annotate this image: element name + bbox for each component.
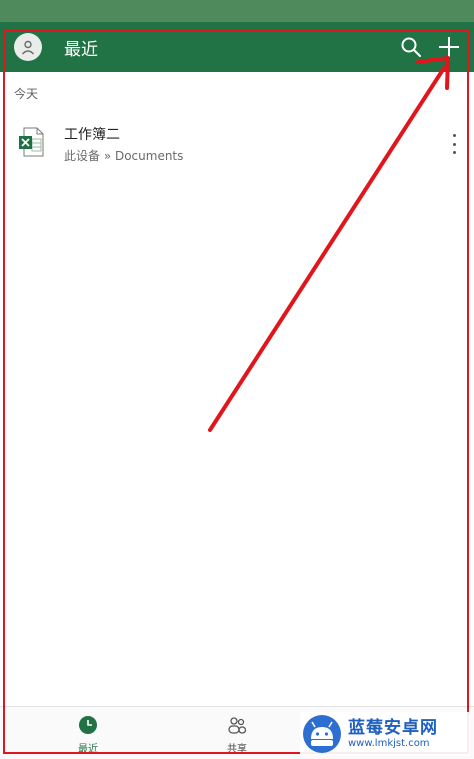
excel-file-icon (18, 127, 44, 157)
more-vertical-icon (452, 134, 456, 137)
file-path: 此设备 » Documents (64, 149, 184, 163)
people-icon (228, 717, 247, 734)
status-bar (0, 0, 474, 22)
watermark-title: 蓝莓安卓网 (348, 718, 438, 738)
user-avatar-icon (21, 40, 35, 55)
app-header: 最近 (0, 22, 474, 72)
add-button[interactable] (434, 32, 464, 62)
clock-icon (79, 716, 97, 734)
search-button[interactable] (398, 34, 424, 60)
annotation-arrow (208, 56, 450, 432)
page-title: 最近 (64, 40, 98, 60)
nav-tab-shared[interactable]: 共享 (207, 711, 267, 757)
nav-tab-recent[interactable]: 最近 (58, 711, 118, 757)
nav-tab-recent-label: 最近 (78, 744, 98, 755)
more-options-button[interactable] (446, 132, 462, 156)
watermark-url: www.lmkjst.com (348, 738, 430, 749)
section-label-today: 今天 (14, 87, 39, 101)
file-name: 工作簿二 (64, 127, 120, 143)
file-list-item[interactable]: 工作簿二 此设备 » Documents (0, 116, 474, 174)
user-avatar[interactable] (14, 33, 42, 61)
watermark: 蓝莓安卓网 www.lmkjst.com (300, 712, 470, 756)
plus-icon (439, 37, 459, 57)
nav-tab-shared-label: 共享 (227, 744, 247, 755)
search-icon (401, 37, 421, 57)
android-robot-logo (303, 715, 341, 753)
